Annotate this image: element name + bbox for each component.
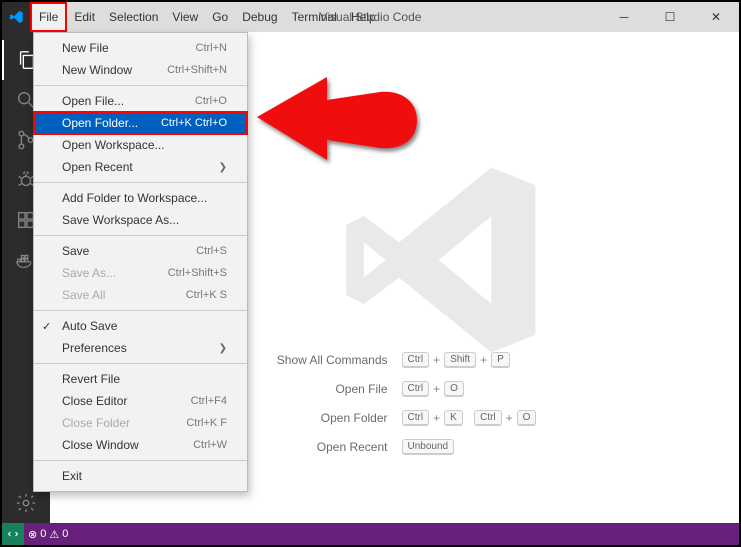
menu-item-shortcut: Ctrl+F4 (191, 395, 227, 407)
chevron-right-icon: ❯ (219, 343, 227, 354)
menu-item-close-folder: Close Folder Ctrl+K F (34, 412, 247, 434)
close-button[interactable]: ✕ (693, 2, 739, 32)
menu-item-label: New File (62, 41, 109, 55)
titlebar: File Edit Selection View Go Debug Termin… (2, 2, 739, 32)
menu-item-label: Add Folder to Workspace... (62, 191, 207, 205)
shortcut-keys: Ctrl+K Ctrl+O (402, 410, 605, 425)
menu-item-save-as: Save As... Ctrl+Shift+S (34, 262, 247, 284)
window-controls: ─ ☐ ✕ (601, 2, 739, 32)
remote-indicator[interactable] (2, 523, 24, 545)
menu-item-open-recent[interactable]: Open Recent ❯ (34, 156, 247, 178)
error-icon: ⊗ (28, 528, 37, 541)
menu-item-shortcut: Ctrl+K Ctrl+O (161, 117, 227, 129)
menu-item-add-folder-to-workspace[interactable]: Add Folder to Workspace... (34, 187, 247, 209)
menu-item-label: Save (62, 244, 89, 258)
menu-file[interactable]: File (30, 2, 67, 32)
menu-edit[interactable]: Edit (67, 2, 102, 32)
menu-item-close-window[interactable]: Close Window Ctrl+W (34, 434, 247, 456)
menu-item-label: Save As... (62, 266, 116, 280)
menu-item-label: Preferences (62, 341, 127, 355)
menu-separator (34, 363, 247, 364)
statusbar: ⊗0 ⚠0 (2, 523, 739, 545)
file-menu-dropdown: New File Ctrl+N New Window Ctrl+Shift+N Open… (33, 32, 248, 492)
menu-item-preferences[interactable]: Preferences ❯ (34, 337, 247, 359)
menu-item-label: Open Workspace... (62, 138, 165, 152)
vscode-window: File Edit Selection View Go Debug Termin… (0, 0, 741, 547)
shortcut-keys: Ctrl+Shift+P (402, 352, 605, 367)
menu-go[interactable]: Go (205, 2, 235, 32)
maximize-button[interactable]: ☐ (647, 2, 693, 32)
menu-item-shortcut: Ctrl+K S (186, 289, 227, 301)
menu-item-label: Open Recent (62, 160, 133, 174)
menu-separator (34, 85, 247, 86)
menu-separator (34, 235, 247, 236)
menu-debug[interactable]: Debug (235, 2, 284, 32)
menu-item-label: Save All (62, 288, 105, 302)
vscode-watermark-logo (333, 150, 553, 375)
menu-item-shortcut: Ctrl+N (196, 42, 227, 54)
menu-item-label: Open Folder... (62, 116, 138, 130)
menu-item-label: Exit (62, 469, 82, 483)
menu-item-label: Close Folder (62, 416, 130, 430)
menu-item-save-workspace-as[interactable]: Save Workspace As... (34, 209, 247, 231)
chevron-right-icon: ❯ (219, 162, 227, 173)
menu-item-open-folder[interactable]: Open Folder... Ctrl+K Ctrl+O (34, 112, 247, 134)
menu-item-label: Close Editor (62, 394, 127, 408)
menu-item-shortcut: Ctrl+K F (186, 417, 227, 429)
status-problems[interactable]: ⊗0 ⚠0 (28, 528, 68, 541)
menu-separator (34, 310, 247, 311)
menu-item-label: Save Workspace As... (62, 213, 179, 227)
window-title: Visual Studio Code (320, 10, 422, 24)
menu-separator (34, 182, 247, 183)
menu-item-label: Revert File (62, 372, 120, 386)
minimize-button[interactable]: ─ (601, 2, 647, 32)
menu-separator (34, 460, 247, 461)
menu-item-shortcut: Ctrl+Shift+N (167, 64, 227, 76)
error-count: 0 (40, 528, 46, 540)
menu-item-new-window[interactable]: New Window Ctrl+Shift+N (34, 59, 247, 81)
menu-view[interactable]: View (165, 2, 205, 32)
menu-item-label: Open File... (62, 94, 124, 108)
shortcut-keys: Unbound (402, 439, 605, 454)
menu-item-shortcut: Ctrl+S (196, 245, 227, 257)
menu-item-open-workspace[interactable]: Open Workspace... (34, 134, 247, 156)
menu-item-revert-file[interactable]: Revert File (34, 368, 247, 390)
menu-item-auto-save[interactable]: ✓ Auto Save (34, 315, 247, 337)
menu-item-shortcut: Ctrl+W (193, 439, 227, 451)
menu-item-exit[interactable]: Exit (34, 465, 247, 487)
warning-count: 0 (62, 528, 68, 540)
menu-item-label: Close Window (62, 438, 139, 452)
menu-item-shortcut: Ctrl+Shift+S (168, 267, 227, 279)
check-icon: ✓ (42, 320, 51, 333)
menu-item-label: Auto Save (62, 319, 117, 333)
menu-item-close-editor[interactable]: Close Editor Ctrl+F4 (34, 390, 247, 412)
warning-icon: ⚠ (49, 528, 59, 541)
shortcut-keys: Ctrl+O (402, 381, 605, 396)
menu-item-open-file[interactable]: Open File... Ctrl+O (34, 90, 247, 112)
menu-item-new-file[interactable]: New File Ctrl+N (34, 37, 247, 59)
menu-item-shortcut: Ctrl+O (195, 95, 227, 107)
menu-selection[interactable]: Selection (102, 2, 165, 32)
menu-item-save-all: Save All Ctrl+K S (34, 284, 247, 306)
menu-item-label: New Window (62, 63, 132, 77)
menu-item-save[interactable]: Save Ctrl+S (34, 240, 247, 262)
app-icon (2, 2, 30, 32)
